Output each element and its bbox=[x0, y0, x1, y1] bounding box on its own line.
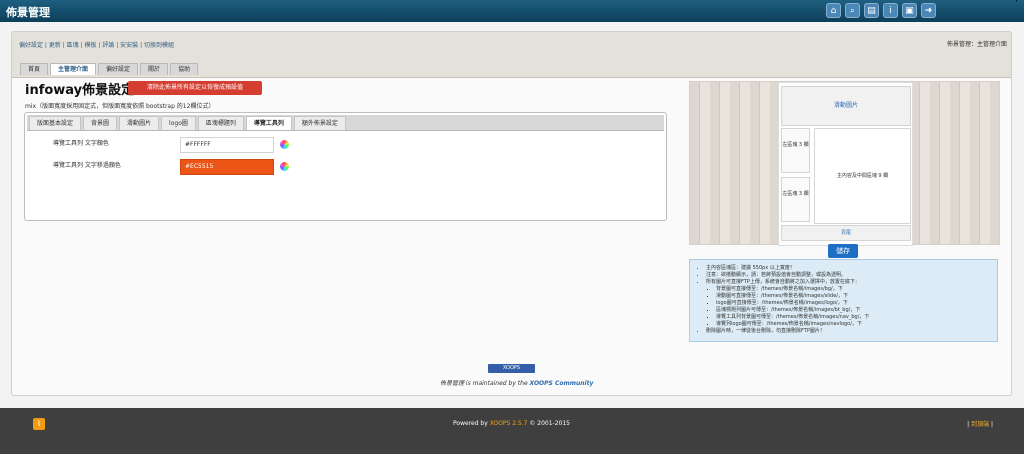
app-title: 佈景管理 bbox=[6, 6, 50, 19]
xoops-badge[interactable]: XOOPS bbox=[488, 364, 535, 373]
color-picker-icon[interactable] bbox=[280, 162, 289, 171]
info-subitem: 滑動圖可直接傳至：/themes/佈景名稱/images/slide/，下 bbox=[716, 293, 869, 300]
maintained-text: 佈景管理 is maintained by the XOOPS Communit… bbox=[440, 378, 593, 387]
xoops-version-link[interactable]: XOOPS 2.5.7 bbox=[490, 420, 528, 427]
tab-home[interactable]: 首頁 bbox=[20, 63, 49, 75]
module-info: 佈景管理：主管理介面 bbox=[946, 41, 1007, 48]
powered-by: Powered by XOOPS 2.5.7 © 2001-2015 bbox=[453, 420, 570, 427]
top-right-mark: ' bbox=[1015, 0, 1018, 9]
preview-main-content[interactable]: 主內容及中間區塊 9 欄 bbox=[814, 128, 911, 224]
powered-post: © 2001-2015 bbox=[527, 420, 570, 427]
layout-note: mix（版面寬度採用固定式，但版面寬度依照 bootstrap 的12欄位式） bbox=[25, 103, 215, 110]
info-item: 刪除圖片時，一律從後台刪除，勿直接刪除FTP圖片！ bbox=[706, 328, 869, 335]
subtab-background[interactable]: 背景圖 bbox=[83, 116, 118, 130]
settings-tabs: 版面基本設定 背景圖 滑動圖片 logo圖 區塊標題列 導覽工具列 額外佈景設定 bbox=[27, 115, 664, 131]
page-title: infoway佈景設定 bbox=[25, 83, 135, 98]
subtab-logo[interactable]: logo圖 bbox=[161, 116, 196, 130]
navbar-text-color-label: 導覽工具列 文字顏色 bbox=[53, 140, 109, 147]
info-item: 主內容區塊區：建議 550px 以上寬度！ bbox=[706, 265, 869, 272]
settings-panel: 版面基本設定 背景圖 滑動圖片 logo圖 區塊標題列 導覽工具列 額外佈景設定… bbox=[24, 112, 667, 221]
subtab-block-title[interactable]: 區塊標題列 bbox=[197, 116, 244, 130]
navbar-hover-color-label: 導覽工具列 文字移過顏色 bbox=[53, 162, 121, 169]
info-item-text: 所有圖片可直接FTP上傳，系統會自動將之加入選擇中，放置在底下： bbox=[706, 279, 860, 285]
color-picker-icon[interactable] bbox=[280, 140, 289, 149]
main-tabs: 首頁 主管理介面 偏好設定 關於 協助 bbox=[20, 63, 199, 75]
reset-defaults-button[interactable]: 清除此佈景所有設定以恢復成預設值 bbox=[128, 81, 262, 95]
subtab-navbar[interactable]: 導覽工具列 bbox=[245, 116, 292, 130]
preview-page: 滑動圖片 左區塊 3 欄 左區塊 3 欄 主內容及中間區塊 9 欄 頁尾 bbox=[778, 82, 913, 246]
info-list: 主內容區塊區：建議 550px 以上寬度！ 注意：欲捲動顯示，請：若將預設值會自… bbox=[706, 265, 869, 335]
top-icon-bar: ⌂ ⌕ ▤ i ▣ ➜ bbox=[826, 3, 936, 18]
subtab-basic-layout[interactable]: 版面基本設定 bbox=[29, 116, 82, 130]
xoops-community-link[interactable]: XOOPS Community bbox=[530, 380, 594, 387]
info-subitem: 導覽工具列背景圖可傳至：/themes/佈景名稱/images/nav_bg/，… bbox=[716, 314, 869, 321]
document-icon[interactable]: ▤ bbox=[864, 3, 879, 18]
tab-main-admin[interactable]: 主管理介面 bbox=[50, 63, 97, 75]
maintained-mid: is maintained by the bbox=[464, 380, 530, 387]
save-button[interactable]: 儲存 bbox=[828, 244, 858, 258]
info-box: 主內容區塊區：建議 550px 以上寬度！ 注意：欲捲動顯示，請：若將預設值會自… bbox=[689, 259, 998, 342]
preview-footer[interactable]: 頁尾 bbox=[781, 225, 911, 241]
preview-left-block-1[interactable]: 左區塊 3 欄 bbox=[781, 128, 810, 173]
info-subitem: logo圖可直接傳至：/themes/佈景名稱/images/logo/，下 bbox=[716, 300, 869, 307]
tab-preferences[interactable]: 偏好設定 bbox=[98, 63, 139, 75]
top-link-text[interactable]: 到頂端 bbox=[971, 421, 989, 428]
info-item: 注意：欲捲動顯示，請：若將預設值會自動調整，或設為透明。 bbox=[706, 272, 869, 279]
navbar-hover-color-input[interactable]: #EC5515 bbox=[180, 159, 274, 175]
top-bar: 佈景管理 ⌂ ⌕ ▤ i ▣ ➜ ' bbox=[0, 0, 1024, 22]
rss-icon[interactable]: ⌇ bbox=[33, 418, 45, 430]
preview-slider[interactable]: 滑動圖片 bbox=[781, 86, 911, 126]
navbar-text-color-input[interactable]: #FFFFFF bbox=[180, 137, 274, 153]
info-subitem: 區塊標題列圖片可傳至：/themes/佈景名稱/images/bt_bg/，下 bbox=[716, 307, 869, 314]
exit-icon[interactable]: ➜ bbox=[921, 3, 936, 18]
tab-about[interactable]: 關於 bbox=[140, 63, 169, 75]
info-subitem: 導覽列logo圖可傳至：/themes/佈景名稱/images/navlogo/… bbox=[716, 321, 869, 328]
powered-pre: Powered by bbox=[453, 420, 490, 427]
module-name: 佈景管理 bbox=[440, 380, 465, 387]
preview-left-block-2[interactable]: 左區塊 3 欄 bbox=[781, 177, 810, 222]
search-icon[interactable]: ⌕ bbox=[845, 3, 860, 18]
subtab-extra[interactable]: 額外佈景設定 bbox=[293, 116, 346, 130]
footer-bar bbox=[0, 408, 1024, 454]
top-link[interactable]: | 到頂端 | bbox=[967, 419, 993, 428]
layout-preview: 滑動圖片 左區塊 3 欄 左區塊 3 欄 主內容及中間區塊 9 欄 頁尾 bbox=[689, 81, 1000, 246]
monitor-icon[interactable]: ▣ bbox=[902, 3, 917, 18]
subtab-slider[interactable]: 滑動圖片 bbox=[119, 116, 160, 130]
info-sublist: 背景圖可直接傳至：/themes/佈景名稱/images/bg/，下 滑動圖可直… bbox=[706, 286, 869, 328]
admin-header: 偏好設定 | 更新 | 區塊 | 模板 | 評論 | 安安裝 | 切換到模組 佈… bbox=[12, 32, 1011, 78]
info-item: 所有圖片可直接FTP上傳，系統會自動將之加入選擇中，放置在底下： 背景圖可直接傳… bbox=[706, 279, 869, 328]
home-icon[interactable]: ⌂ bbox=[826, 3, 841, 18]
quick-links[interactable]: 偏好設定 | 更新 | 區塊 | 模板 | 評論 | 安安裝 | 切換到模組 bbox=[19, 40, 174, 49]
info-icon[interactable]: i bbox=[883, 3, 898, 18]
tab-help[interactable]: 協助 bbox=[170, 63, 199, 75]
info-subitem: 背景圖可直接傳至：/themes/佈景名稱/images/bg/，下 bbox=[716, 286, 869, 293]
